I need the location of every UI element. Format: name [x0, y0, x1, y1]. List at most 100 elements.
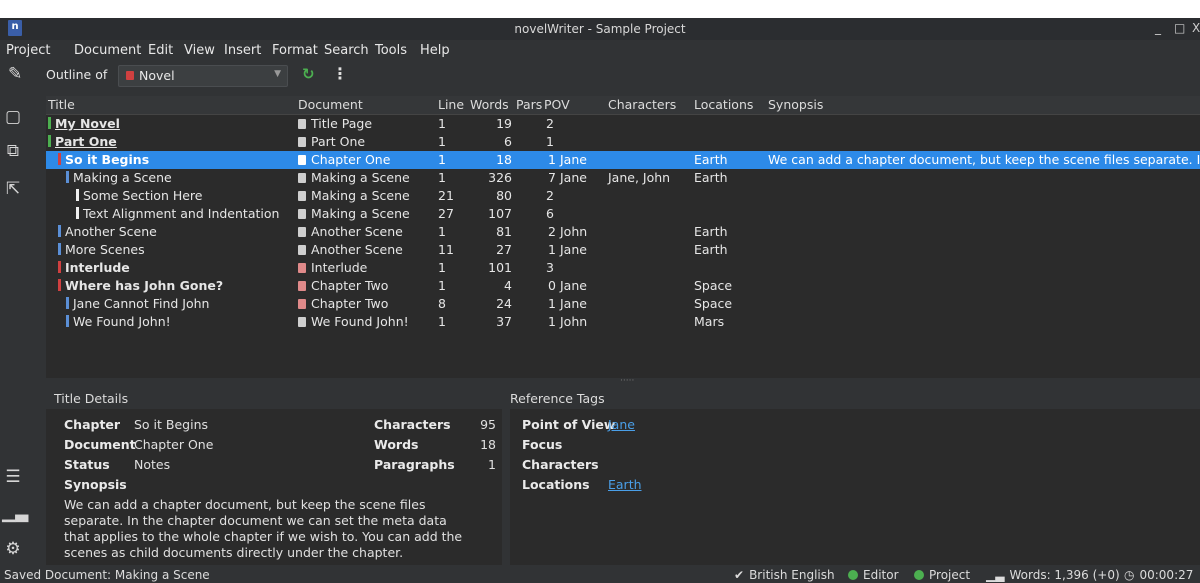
menu-search[interactable]: Search	[324, 43, 369, 58]
row-words: 19	[496, 116, 512, 131]
menu-edit[interactable]: Edit	[148, 43, 173, 58]
row-line: 1	[438, 152, 446, 167]
project-status-icon	[914, 570, 924, 580]
pov-link[interactable]: Jane	[608, 417, 635, 432]
edit-outline-icon[interactable]: ✎	[8, 64, 22, 84]
scene-level-bar	[66, 315, 69, 327]
col-pars[interactable]: Pars	[516, 97, 542, 112]
table-row-selected[interactable]: So it Begins Chapter One 1 18 1 Jane Ear…	[46, 151, 1200, 169]
table-row[interactable]: Jane Cannot Find John Chapter Two 8 24 1…	[46, 295, 1200, 313]
editor-status: Editor	[863, 568, 899, 582]
table-row[interactable]: Part One Part One 1 6 1	[46, 133, 1200, 151]
document-icon	[298, 299, 306, 309]
chevron-down-icon: ▼	[274, 69, 281, 79]
menu-tools[interactable]: Tools	[375, 43, 407, 58]
novel-tree-icon[interactable]: ⧉	[2, 140, 24, 162]
row-title: So it Begins	[65, 152, 150, 167]
project-tree-icon[interactable]: ▢	[2, 106, 24, 128]
table-row[interactable]: My Novel Title Page 1 19 2	[46, 115, 1200, 133]
status-message: Saved Document: Making a Scene	[4, 568, 210, 582]
window-title: novelWriter - Sample Project	[514, 22, 686, 36]
row-pov: Jane	[560, 296, 587, 311]
language-status: British English	[749, 568, 835, 582]
table-row[interactable]: Interlude Interlude 1 101 3	[46, 259, 1200, 277]
menu-format[interactable]: Format	[272, 43, 318, 58]
status-label: Status	[64, 457, 110, 472]
table-row[interactable]: Some Section Here Making a Scene 21 80 2	[46, 187, 1200, 205]
col-locations[interactable]: Locations	[694, 97, 753, 112]
col-document[interactable]: Document	[298, 97, 363, 112]
statistics-icon[interactable]: ▁▃	[2, 502, 28, 524]
row-title: Another Scene	[65, 224, 157, 239]
paragraphs-count-value: 1	[488, 457, 496, 472]
row-document: Making a Scene	[311, 188, 410, 203]
row-title: Making a Scene	[73, 170, 172, 185]
col-title[interactable]: Title	[48, 97, 75, 112]
close-button[interactable]: X	[1192, 21, 1200, 35]
novel-root-select[interactable]: Novel ▼	[118, 65, 288, 87]
row-title: My Novel	[55, 116, 120, 131]
row-title: Text Alignment and Indentation	[83, 206, 280, 221]
words-count-label: Words	[374, 437, 419, 452]
table-header: Title Document Line Words Pars POV Chara…	[46, 96, 1200, 115]
row-title: Interlude	[65, 260, 130, 275]
col-pov[interactable]: POV	[544, 97, 570, 112]
locations-link[interactable]: Earth	[608, 477, 642, 492]
focus-label: Focus	[522, 437, 563, 452]
refresh-icon[interactable]: ↻	[302, 65, 315, 83]
menu-view[interactable]: View	[184, 43, 215, 58]
row-pars: 3	[546, 260, 554, 275]
word-count: Words: 1,396 (+0)	[1009, 568, 1120, 582]
maximize-button[interactable]: □	[1174, 21, 1185, 35]
project-status: Project	[929, 568, 971, 582]
partition-level-bar	[48, 135, 51, 147]
col-characters[interactable]: Characters	[608, 97, 676, 112]
characters-count-label: Characters	[374, 417, 451, 432]
row-words: 18	[496, 152, 512, 167]
document-icon	[298, 245, 306, 255]
export-icon[interactable]: ⇱	[2, 178, 24, 200]
row-document: Another Scene	[311, 224, 403, 239]
table-row[interactable]: Text Alignment and Indentation Making a …	[46, 205, 1200, 223]
menu-document[interactable]: Document	[74, 43, 141, 58]
chapter-level-bar	[58, 279, 61, 291]
row-words: 4	[504, 278, 512, 293]
synopsis-text: We can add a chapter document, but keep …	[64, 497, 463, 560]
row-document: Title Page	[311, 116, 373, 131]
row-words: 101	[488, 260, 512, 275]
panel-splitter-handle[interactable]: ·····	[620, 376, 634, 386]
row-line: 27	[438, 206, 454, 221]
scene-level-bar	[58, 225, 61, 237]
row-title: More Scenes	[65, 242, 145, 257]
row-pov: Jane	[560, 152, 587, 167]
menu-project[interactable]: Project	[6, 43, 50, 58]
table-row[interactable]: More Scenes Another Scene 11 27 1 Jane E…	[46, 241, 1200, 259]
document-icon	[298, 209, 306, 219]
table-row[interactable]: Another Scene Another Scene 1 81 2 John …	[46, 223, 1200, 241]
more-icon[interactable]: ⋮	[332, 64, 348, 83]
table-row[interactable]: Where has John Gone? Chapter Two 1 4 0 J…	[46, 277, 1200, 295]
minimize-button[interactable]: _	[1155, 21, 1161, 35]
outline-table: Title Document Line Words Pars POV Chara…	[46, 96, 1200, 378]
words-count-value: 18	[480, 437, 496, 452]
table-row[interactable]: We Found John! We Found John! 1 37 1 Joh…	[46, 313, 1200, 331]
menu-help[interactable]: Help	[420, 43, 450, 58]
row-line: 11	[438, 242, 454, 257]
menu-insert[interactable]: Insert	[224, 43, 261, 58]
scene-level-bar	[66, 297, 69, 309]
row-pars: 1	[548, 296, 556, 311]
row-locations: Space	[694, 296, 733, 311]
row-line: 1	[438, 314, 446, 329]
col-words[interactable]: Words	[470, 97, 509, 112]
chapter-level-bar	[58, 261, 61, 273]
row-words: 27	[496, 242, 512, 257]
outline-icon[interactable]: ☰	[2, 466, 24, 488]
col-line[interactable]: Line	[438, 97, 464, 112]
row-pars: 1	[548, 314, 556, 329]
row-words: 107	[488, 206, 512, 221]
settings-icon[interactable]: ⚙	[2, 538, 24, 560]
col-synopsis[interactable]: Synopsis	[768, 97, 823, 112]
word-count-icon: ▁▃	[986, 568, 1005, 582]
table-row[interactable]: Making a Scene Making a Scene 1 326 7 Ja…	[46, 169, 1200, 187]
spellcheck-icon: ✔	[734, 568, 745, 582]
